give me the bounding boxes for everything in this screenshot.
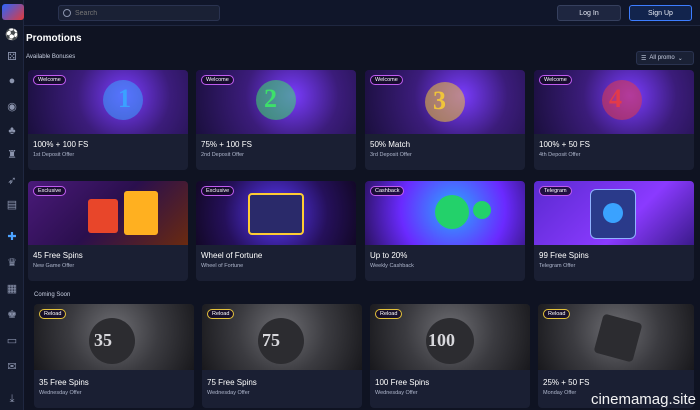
gift-icon[interactable]: ✚: [5, 230, 19, 244]
promo-card[interactable]: 100 Reload 100 Free Spins Wednesday Offe…: [370, 304, 530, 408]
promo-filter-dropdown[interactable]: ☰ All promo ⌄: [636, 51, 694, 65]
deposit-number: 1: [118, 84, 131, 114]
promo-card[interactable]: 1 Welcome 100% + 100 FS 1st Deposit Offe…: [28, 70, 188, 170]
promo-subtitle: Wednesday Offer: [39, 390, 82, 396]
promo-title: Up to 20%: [370, 251, 408, 260]
trophy-icon[interactable]: ♜: [5, 148, 19, 162]
promo-subtitle: Wednesday Offer: [375, 390, 418, 396]
promo-subtitle: 4th Deposit Offer: [539, 152, 581, 158]
promo-title: Wheel of Fortune: [201, 251, 263, 260]
dollar-coin-graphic: [435, 195, 469, 229]
promo-card[interactable]: 2 Welcome 75% + 100 FS 2nd Deposit Offer: [196, 70, 356, 170]
cards-graphic: [593, 313, 643, 363]
promo-title: 35 Free Spins: [39, 378, 89, 387]
search-box[interactable]: [58, 5, 220, 21]
deposit-number-text: 2: [264, 84, 277, 113]
cards-icon[interactable]: ▤: [5, 198, 19, 212]
promo-title: 75% + 100 FS: [201, 140, 252, 149]
dollar-coin-graphic: [473, 201, 491, 219]
cup-icon[interactable]: ♛: [5, 256, 19, 270]
promo-tag: Exclusive: [33, 186, 67, 196]
promo-card[interactable]: Cashback Up to 20% Weekly Cashback: [365, 181, 525, 281]
download-icon[interactable]: ⤓: [5, 392, 19, 406]
deposit-number-text: 3: [433, 86, 446, 115]
promo-tag: Welcome: [201, 75, 234, 85]
promo-subtitle: 1st Deposit Offer: [33, 152, 75, 158]
promo-title: 100% + 50 FS: [539, 140, 590, 149]
search-icon: [63, 9, 71, 17]
bomb-number: 75: [262, 330, 280, 351]
promo-tag: Reload: [207, 309, 235, 319]
promo-tag: Exclusive: [201, 186, 235, 196]
crown-icon[interactable]: ♚: [5, 308, 19, 322]
casino-logo[interactable]: [2, 4, 24, 20]
bomb-number: 35: [94, 330, 112, 351]
promo-card[interactable]: 75 Reload 75 Free Spins Wednesday Offer: [202, 304, 362, 408]
promo-title: 99 Free Spins: [539, 251, 589, 260]
promo-subtitle: Wheel of Fortune: [201, 263, 244, 269]
promo-card[interactable]: Exclusive 45 Free Spins New Game Offer: [28, 181, 188, 281]
deposit-number-text: 1: [118, 84, 131, 113]
promo-tag: Reload: [375, 309, 403, 319]
cherries-icon[interactable]: ♣: [5, 124, 19, 138]
promo-title: 100% + 100 FS: [33, 140, 89, 149]
wheel-graphic: [248, 193, 304, 235]
sidebar: ⚽ ⚄ ● ◉ ♣ ♜ ➶ ▤ ✚ ♛ ▦ ♚ ▭ ✉ ⤓: [0, 0, 24, 410]
rocket-icon[interactable]: ➶: [5, 174, 19, 188]
bomb-number: 100: [428, 330, 455, 351]
promo-tag: Telegram: [539, 186, 572, 196]
deposit-number: 3: [433, 86, 446, 116]
promo-subtitle: Weekly Cashback: [370, 263, 414, 269]
promo-subtitle: Telegram Offer: [539, 263, 576, 269]
dice-icon[interactable]: ⚄: [5, 50, 19, 64]
chevron-down-icon: ⌄: [677, 55, 683, 62]
coming-soon-label: Coming Soon: [34, 292, 71, 298]
deposit-number-text: 4: [609, 84, 622, 113]
promo-tag: Welcome: [539, 75, 572, 85]
deposit-number: 2: [264, 84, 277, 114]
promo-subtitle: 3rd Deposit Offer: [370, 152, 412, 158]
basketball-icon[interactable]: ●: [5, 74, 19, 88]
bomb-number-text: 100: [428, 330, 455, 350]
filter-icon: ☰: [641, 55, 647, 62]
promo-tag: Cashback: [370, 186, 405, 196]
bomb-number-text: 75: [262, 330, 280, 350]
search-input[interactable]: [75, 9, 215, 17]
deposit-number: 4: [609, 84, 622, 114]
telegram-icon: [603, 203, 623, 223]
promo-title: 45 Free Spins: [33, 251, 83, 260]
promo-title: 25% + 50 FS: [543, 378, 590, 387]
signup-button[interactable]: Sign Up: [629, 5, 692, 21]
promo-title: 50% Match: [370, 140, 411, 149]
promo-tag: Reload: [39, 309, 67, 319]
promo-card[interactable]: 4 Welcome 100% + 50 FS 4th Deposit Offer: [534, 70, 694, 170]
watermark: cinemamag.site: [590, 391, 696, 408]
bomb-number-text: 35: [94, 330, 112, 350]
promo-card[interactable]: 3 Welcome 50% Match 3rd Deposit Offer: [365, 70, 525, 170]
promo-title: 100 Free Spins: [375, 378, 430, 387]
login-button[interactable]: Log In: [557, 5, 621, 21]
slot-machine-graphic: [124, 191, 158, 235]
promo-subtitle: New Game Offer: [33, 263, 75, 269]
promo-tag: Reload: [543, 309, 571, 319]
page-title: Promotions: [26, 33, 82, 44]
promo-subtitle: Monday Offer: [543, 390, 577, 396]
promo-card[interactable]: 35 Reload 35 Free Spins Wednesday Offer: [34, 304, 194, 408]
promo-tag: Welcome: [370, 75, 403, 85]
promo-card[interactable]: Exclusive Wheel of Fortune Wheel of Fort…: [196, 181, 356, 281]
chip-icon[interactable]: ◉: [5, 100, 19, 114]
promo-tag: Welcome: [33, 75, 66, 85]
filter-label: All promo: [649, 55, 675, 61]
promo-subtitle: Wednesday Offer: [207, 390, 250, 396]
slot-machine-graphic: [88, 199, 118, 233]
available-bonuses-label: Available Bonuses: [26, 54, 76, 60]
sports-icon[interactable]: ⚽: [5, 28, 19, 42]
mail-icon[interactable]: ✉: [5, 360, 19, 374]
promo-title: 75 Free Spins: [207, 378, 257, 387]
wallet-icon[interactable]: ▭: [5, 334, 19, 348]
shop-icon[interactable]: ▦: [5, 282, 19, 296]
promo-card[interactable]: Telegram 99 Free Spins Telegram Offer: [534, 181, 694, 281]
glow: [602, 80, 642, 120]
promo-subtitle: 2nd Deposit Offer: [201, 152, 245, 158]
